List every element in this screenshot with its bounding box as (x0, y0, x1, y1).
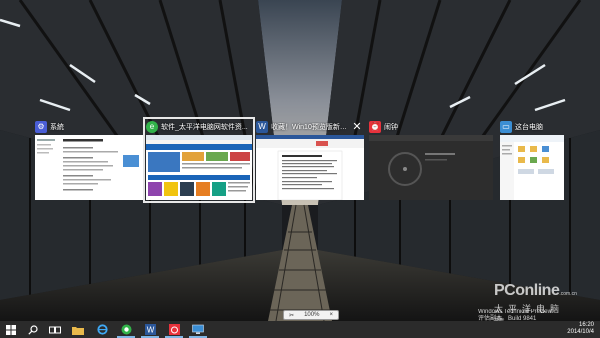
window-title: 收藏！Win10预览版新快捷键... (271, 124, 349, 131)
zoom-level: 100% (304, 312, 320, 318)
alarm-window-preview (369, 135, 493, 200)
word-icon: W (256, 121, 268, 133)
browser-360-icon (121, 324, 131, 335)
window-thumbnail (369, 135, 493, 200)
window-title: 系統 (50, 124, 64, 131)
window-thumbnail (146, 135, 252, 200)
window-header: ⏰ 闹钟 (369, 120, 493, 134)
watermark-brand: PConline (494, 282, 560, 299)
browser-360-icon: e (146, 121, 158, 133)
this-pc-button[interactable] (186, 321, 210, 338)
scissors-icon[interactable]: ✂ (289, 312, 294, 319)
window-header: ⚙ 系統 (35, 120, 143, 134)
window-title: 这台电脑 (515, 124, 543, 131)
window-title: 软件_太平洋电脑网软件资... (161, 124, 248, 131)
clock-date: 2014/10/4 (567, 329, 594, 335)
window-thumbnail (500, 135, 564, 200)
start-icon (6, 324, 16, 335)
task-view-window-system[interactable]: ⚙ 系統 (35, 120, 143, 200)
system-window-preview (35, 135, 143, 200)
word-window-preview (256, 135, 364, 200)
browser-360-button[interactable] (114, 321, 138, 338)
task-view-window-browser[interactable]: e 软件_太平洋电脑网软件资... (143, 117, 255, 203)
word-icon: W (144, 324, 156, 335)
window-header: W 收藏！Win10预览版新快捷键... (256, 120, 364, 134)
task-view-window-alarm[interactable]: ⏰ 闹钟 (369, 120, 493, 200)
window-header: ▭ 这台电脑 (500, 120, 564, 134)
window-title: 闹钟 (384, 124, 398, 131)
taskbar: W (0, 321, 600, 338)
watermark-domain: .com.cn (559, 291, 577, 297)
file-explorer-icon (72, 326, 84, 335)
close-icon[interactable]: × (329, 312, 333, 318)
word-button[interactable]: W (138, 321, 162, 338)
alarm-button[interactable] (162, 321, 186, 338)
system-icon: ⚙ (35, 121, 47, 133)
explorer-window-preview (500, 135, 564, 200)
file-explorer-button[interactable] (66, 321, 90, 338)
floating-toolbar[interactable]: ✂ 100% × (283, 310, 339, 320)
alarm-icon (168, 324, 180, 335)
search-button[interactable] (22, 321, 44, 338)
start-button[interactable] (0, 321, 22, 338)
internet-explorer-button[interactable] (90, 321, 114, 338)
alarm-icon: ⏰ (369, 121, 381, 133)
desktop: ⚙ 系統 e 软件_太平洋电脑网软件资... W 收藏！Win10预览版新快 ✕… (0, 0, 600, 338)
os-build-line1: Windows Technical Preview (478, 309, 552, 315)
window-header: e 软件_太平洋电脑网软件资... (146, 120, 252, 134)
task-view-window-word[interactable]: W 收藏！Win10预览版新快捷键... ✕ (256, 120, 364, 200)
clock-time: 16:20 (578, 322, 594, 328)
this-pc-icon: ▭ (500, 121, 512, 133)
task-view-icon (49, 326, 61, 333)
svg-text:W: W (146, 326, 154, 335)
task-view-button[interactable] (44, 321, 66, 338)
browser-window-preview (146, 135, 252, 200)
search-icon (28, 324, 38, 335)
window-thumbnail (256, 135, 364, 200)
system-clock[interactable]: 16:20 2014/10/4 (567, 322, 594, 336)
pconline-watermark: PConline.com.cn 太平洋电脑网 (494, 282, 577, 327)
internet-explorer-icon (96, 324, 108, 335)
this-pc-icon (192, 324, 204, 334)
task-view-window-this-pc[interactable]: ▭ 这台电脑 (500, 120, 564, 200)
close-icon[interactable]: ✕ (350, 120, 364, 134)
window-thumbnail (35, 135, 143, 200)
